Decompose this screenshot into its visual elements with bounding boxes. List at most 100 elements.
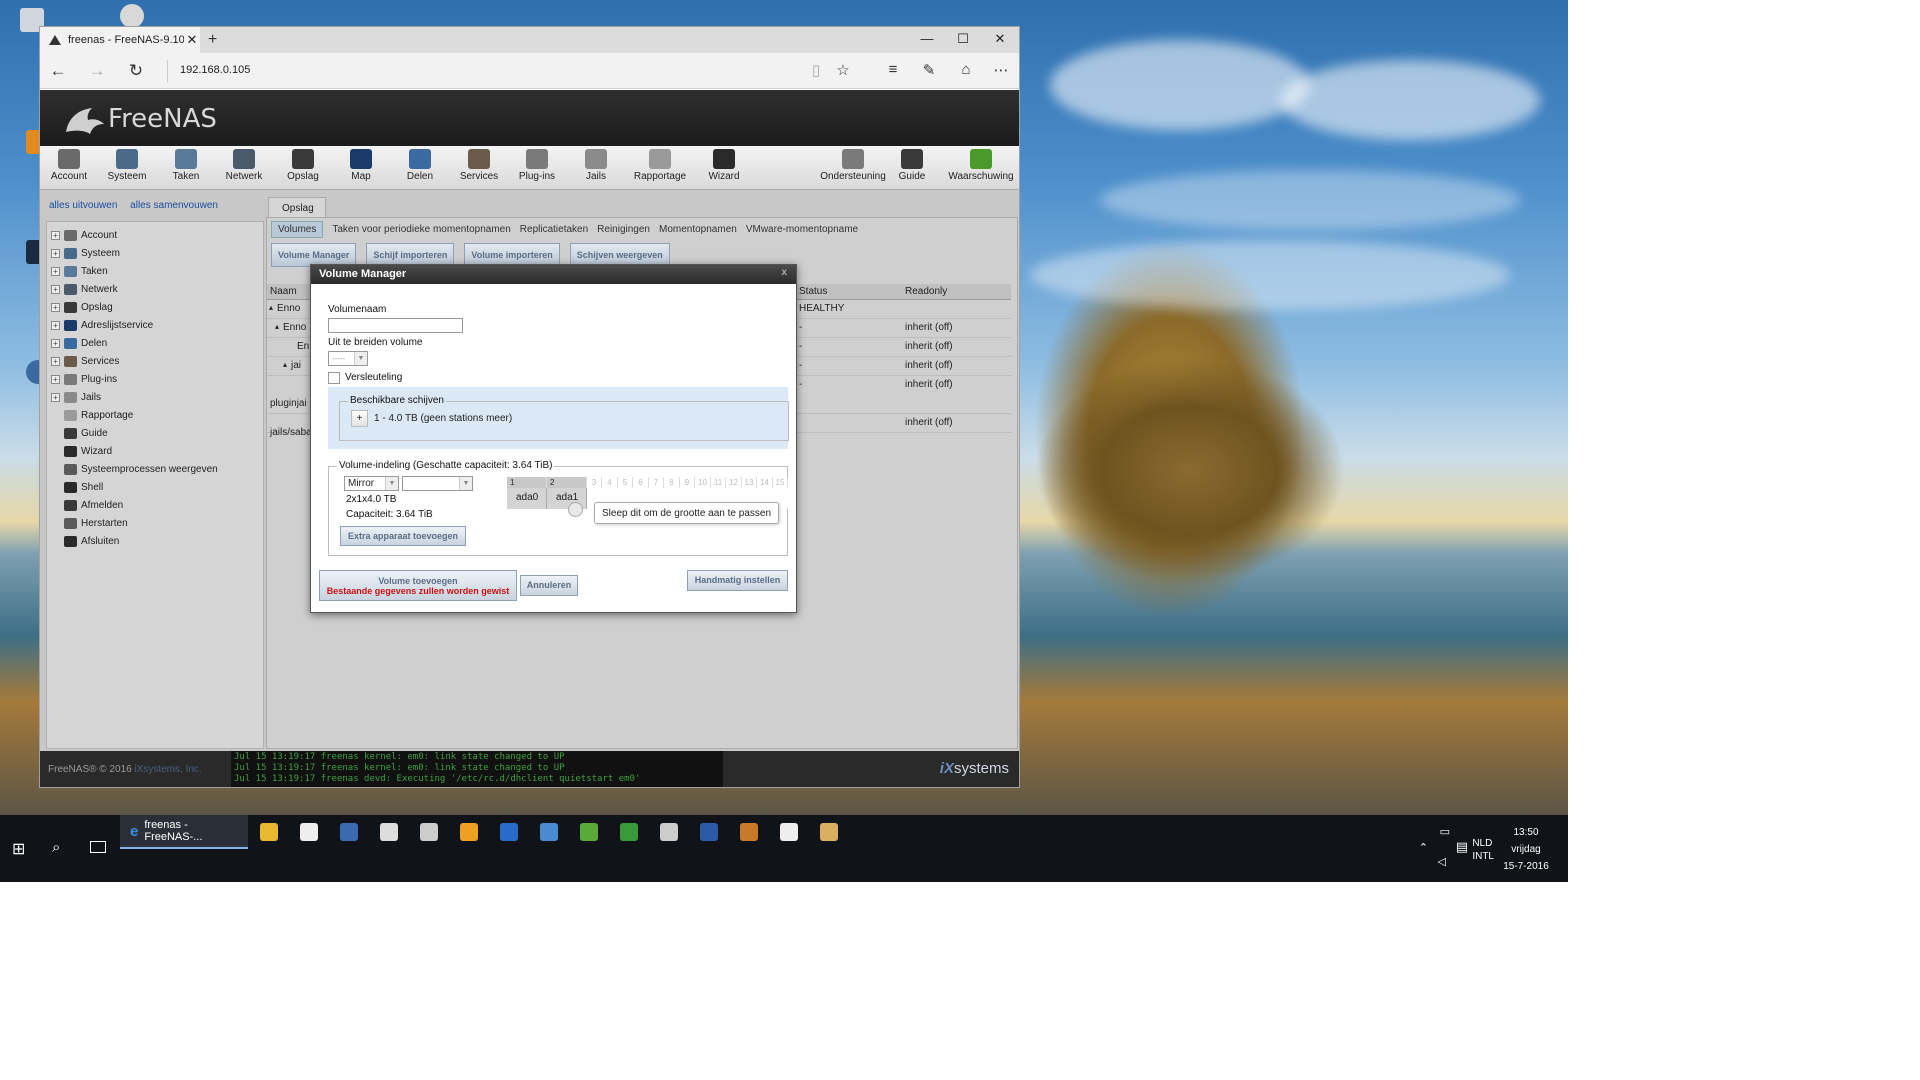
expand-icon[interactable]: + — [51, 392, 60, 402]
toolbar-account[interactable]: Account — [40, 149, 98, 182]
grid-disk-cell[interactable]: ada0 — [507, 488, 547, 509]
toolbar-ondersteuning[interactable]: Ondersteuning — [814, 149, 892, 182]
subtab-vmware-momentopname[interactable]: VMware-momentopname — [746, 224, 858, 235]
encryption-checkbox[interactable] — [328, 372, 340, 384]
volume-tray-icon[interactable]: ◁ — [1438, 855, 1446, 868]
taskbar-edge-task[interactable]: e freenas - FreeNAS-... — [120, 815, 248, 849]
dialog-close-icon[interactable]: x — [781, 267, 787, 278]
add-extra-device-button[interactable]: Extra apparaat toevoegen — [340, 526, 466, 546]
toolbar-jails[interactable]: Jails — [567, 149, 625, 182]
subtab-reinigingen[interactable]: Reinigingen — [597, 224, 650, 235]
column-status[interactable]: Status — [799, 286, 827, 297]
subtab-replicatietaken[interactable]: Replicatietaken — [520, 224, 588, 235]
expand-icon[interactable]: + — [51, 338, 60, 348]
toolbar-waarschuwing[interactable]: Waarschuwing — [946, 149, 1016, 182]
layout-secondary-select[interactable]: ▼ — [402, 476, 473, 491]
satellite-icon[interactable] — [660, 823, 678, 841]
close-tab-icon[interactable]: ✕ — [184, 32, 200, 48]
expand-icon[interactable]: + — [51, 230, 60, 240]
reading-view-icon[interactable]: ▯ — [805, 61, 827, 79]
network-card-icon[interactable] — [620, 823, 638, 841]
maximize-icon[interactable]: ☐ — [948, 31, 978, 47]
add-volume-button[interactable]: Volume toevoegen Bestaande gegevens zull… — [319, 570, 517, 601]
toolbar-opslag[interactable]: Opslag — [274, 149, 332, 182]
share-icon[interactable]: ⌂ — [955, 61, 977, 78]
settings-desktop-icon[interactable] — [120, 4, 144, 28]
tree-item-jails[interactable]: + Jails — [47, 388, 263, 406]
action-center-icon[interactable]: ▤ — [1456, 839, 1468, 855]
clock[interactable]: 13:50 vrijdag 15-7-2016 — [1496, 824, 1556, 875]
toolbar-plug-ins[interactable]: Plug-ins — [508, 149, 566, 182]
expand-icon[interactable]: + — [51, 284, 60, 294]
browser-app-icon[interactable] — [740, 823, 758, 841]
media-player-icon[interactable] — [780, 823, 798, 841]
expand-icon[interactable]: + — [51, 356, 60, 366]
thunder-icon[interactable] — [460, 823, 478, 841]
toolbar-services[interactable]: Services — [450, 149, 508, 182]
volume-name-input[interactable] — [328, 318, 463, 333]
collapse-all-link[interactable]: alles samenvouwen — [130, 200, 218, 211]
tree-item-herstarten[interactable]: Herstarten — [47, 514, 263, 532]
expand-icon[interactable]: + — [51, 320, 60, 330]
language-indicator[interactable]: NLD INTL — [1472, 837, 1494, 863]
tree-item-account[interactable]: + Account — [47, 226, 263, 244]
tree-item-guide[interactable]: Guide — [47, 424, 263, 442]
collapse-arrow-icon[interactable]: ▴ — [275, 322, 279, 331]
column-name[interactable]: Naam — [270, 286, 297, 297]
zoner-icon[interactable] — [580, 823, 598, 841]
outlook-icon[interactable] — [500, 823, 518, 841]
toolbar-rapportage[interactable]: Rapportage — [631, 149, 689, 182]
network-tray-icon[interactable]: ▭ — [1440, 825, 1450, 838]
manual-setup-button[interactable]: Handmatig instellen — [687, 570, 788, 591]
store-icon[interactable] — [300, 823, 318, 841]
collapse-arrow-icon[interactable]: ▴ — [283, 360, 287, 369]
hub-icon[interactable]: ≡ — [882, 61, 904, 78]
toolbar-map[interactable]: Map — [332, 149, 390, 182]
minimize-icon[interactable]: — — [912, 31, 942, 46]
toolbar-taken[interactable]: Taken — [157, 149, 215, 182]
close-window-icon[interactable]: ✕ — [985, 31, 1015, 47]
column-readonly[interactable]: Readonly — [905, 286, 947, 297]
expand-icon[interactable]: + — [51, 266, 60, 276]
extend-volume-select[interactable]: ----- ▼ — [328, 351, 368, 366]
collapse-arrow-icon[interactable]: ▴ — [269, 303, 273, 312]
tree-item-services[interactable]: + Services — [47, 352, 263, 370]
tree-item-taken[interactable]: + Taken — [47, 262, 263, 280]
tab-storage[interactable]: Opslag — [268, 197, 326, 217]
subtab-taken-voor-periodieke-momentopnamen[interactable]: Taken voor periodieke momentopnamen — [332, 224, 510, 235]
task-view-icon[interactable] — [90, 841, 106, 853]
tree-item-opslag[interactable]: + Opslag — [47, 298, 263, 316]
expand-icon[interactable]: + — [51, 302, 60, 312]
toolbar-systeem[interactable]: Systeem — [98, 149, 156, 182]
tree-item-systeem[interactable]: + Systeem — [47, 244, 263, 262]
tree-item-systeemprocessen-weergeven[interactable]: Systeemprocessen weergeven — [47, 460, 263, 478]
web-note-icon[interactable]: ✎ — [918, 61, 940, 79]
more-icon[interactable]: ⋯ — [990, 61, 1012, 79]
database-icon[interactable] — [420, 823, 438, 841]
save-app-icon[interactable] — [340, 823, 358, 841]
tree-item-delen[interactable]: + Delen — [47, 334, 263, 352]
tree-item-adreslijstservice[interactable]: + Adreslijstservice — [47, 316, 263, 334]
tree-item-wizard[interactable]: Wizard — [47, 442, 263, 460]
resize-handle[interactable] — [568, 502, 583, 517]
expand-icon[interactable]: + — [51, 374, 60, 384]
tray-expand-icon[interactable]: ⌃ — [1419, 841, 1428, 854]
url-field[interactable]: 192.168.0.105 — [180, 64, 250, 76]
tree-item-rapportage[interactable]: Rapportage — [47, 406, 263, 424]
company-link[interactable]: iXsystems, Inc. — [134, 764, 201, 775]
favorite-star-icon[interactable]: ☆ — [832, 61, 854, 79]
tree-item-afsluiten[interactable]: Afsluiten — [47, 532, 263, 550]
refresh-icon[interactable]: ↻ — [124, 61, 148, 81]
media-clapper-icon[interactable] — [380, 823, 398, 841]
back-icon[interactable]: ← — [46, 61, 70, 81]
subtab-volumes[interactable]: Volumes — [271, 220, 324, 238]
toolbar-wizard[interactable]: Wizard — [695, 149, 753, 182]
tree-item-netwerk[interactable]: + Netwerk — [47, 280, 263, 298]
add-disk-button[interactable]: + — [351, 410, 368, 427]
tree-item-afmelden[interactable]: Afmelden — [47, 496, 263, 514]
expand-all-link[interactable]: alles uitvouwen — [49, 200, 117, 211]
toolbar-delen[interactable]: Delen — [391, 149, 449, 182]
word-icon[interactable] — [700, 823, 718, 841]
cancel-button[interactable]: Annuleren — [520, 575, 578, 596]
layout-type-select[interactable]: Mirror ▼ — [344, 476, 399, 491]
